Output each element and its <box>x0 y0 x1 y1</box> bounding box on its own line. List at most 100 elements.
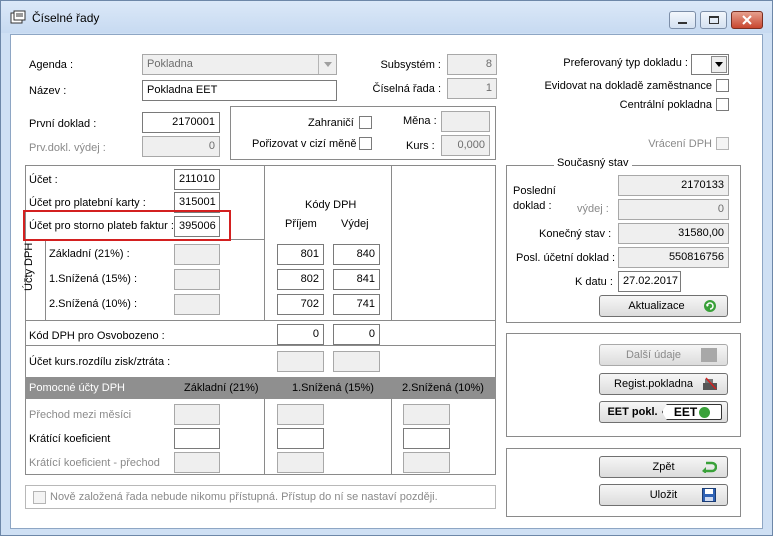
karty-label: Účet pro platební karty : <box>29 197 146 209</box>
dialog-body: Agenda : Pokladna Název : Pokladna EET S… <box>10 34 763 529</box>
prechod-zakladni-field <box>174 404 220 425</box>
snizena2-prijem-input[interactable]: 702 <box>277 294 324 315</box>
ulozit-label: Uložit <box>649 489 678 501</box>
maximize-icon <box>708 16 719 24</box>
kratici-prechod-snizena2-field <box>403 452 450 473</box>
kratici-label: Krátící koeficient <box>29 433 111 445</box>
close-button[interactable] <box>731 11 763 29</box>
zahranici-checkbox[interactable] <box>359 116 372 129</box>
zakladni-label: Základní (21%) : <box>49 248 130 260</box>
posledni-doklad-field: 2170133 <box>618 175 729 196</box>
dalsi-udaje-button[interactable]: Další údaje <box>599 344 728 366</box>
nazev-label: Název : <box>29 85 67 97</box>
zakladni-ucet-field <box>174 244 220 265</box>
agenda-label: Agenda : <box>29 59 74 71</box>
prvni-doklad-input[interactable]: 2170001 <box>142 112 220 133</box>
ciselna-rada-field: 1 <box>447 78 497 99</box>
ulozit-button[interactable]: Uložit <box>599 484 728 506</box>
zakladni-prijem-input[interactable]: 801 <box>277 244 324 265</box>
evidovat-checkbox[interactable] <box>716 79 729 92</box>
storno-input[interactable]: 395006 <box>174 216 220 237</box>
snizena1-label: 1.Snížená (15%) : <box>49 273 138 285</box>
snizena1-prijem-input[interactable]: 802 <box>277 269 324 290</box>
aktualizace-button[interactable]: Aktualizace <box>599 295 728 317</box>
centralni-label: Centrální pokladna <box>619 99 712 111</box>
kratici-prechod-zakladni-field <box>174 452 220 473</box>
kurs-rozdil-zisk-field <box>277 351 324 372</box>
kurs-field: 0,000 <box>441 135 490 156</box>
pomocne-header: Pomocné účty DPH <box>29 382 125 394</box>
back-arrow-icon <box>702 461 717 473</box>
agenda-select[interactable]: Pokladna <box>142 54 337 75</box>
storno-label: Účet pro storno plateb faktur : <box>29 220 174 232</box>
vraceni-label: Vrácení DPH <box>648 138 712 150</box>
ucty-dph-label: Účty DPH <box>23 242 35 291</box>
zpet-button[interactable]: Zpět <box>599 456 728 478</box>
eet-logo-icon: EET <box>662 404 722 420</box>
centralni-checkbox[interactable] <box>716 98 729 111</box>
osvobozeno-vydej-input[interactable]: 0 <box>333 324 380 345</box>
refresh-icon <box>704 300 716 312</box>
check-icon <box>699 406 711 418</box>
kratici-prechod-label: Krátící koeficient - přechod <box>29 457 160 469</box>
regist-pokladna-button[interactable]: Regist.pokladna <box>599 373 728 395</box>
kurs-label: Kurs : <box>406 140 435 152</box>
kratici-snizena2-input[interactable] <box>403 428 450 449</box>
posledni-label: Poslední <box>513 185 556 197</box>
eet-pokl-button[interactable]: EET pokl. EET <box>599 401 728 423</box>
subsystem-field: 8 <box>447 54 497 75</box>
ciselna-rada-label: Číselná řada : <box>372 83 441 95</box>
note-text: Nově založená řada nebude nikomu přístup… <box>50 491 438 503</box>
kratici-snizena1-input[interactable] <box>277 428 324 449</box>
divider <box>26 320 495 321</box>
ucet-input[interactable]: 211010 <box>174 169 220 190</box>
pomocne-col-snizena2: 2.Snížená (10%) <box>402 382 484 394</box>
porizovat-label: Pořizovat v cizí měně <box>252 138 357 150</box>
prechod-snizena2-field <box>403 404 450 425</box>
evidovat-label: Evidovat na dokladě zaměstnance <box>544 80 712 92</box>
vydej-header: Výdej <box>341 218 369 230</box>
eet-pokl-label: EET pokl. <box>607 406 658 418</box>
kurs-rozdil-ztrata-field <box>333 351 380 372</box>
window-title: Číselné řady <box>32 11 100 25</box>
dalsi-udaje-label: Další údaje <box>625 349 682 361</box>
konecny-label: Konečný stav : <box>539 228 612 240</box>
agenda-value: Pokladna <box>147 58 193 70</box>
prv-vydej-label: Prv.dokl. výdej : <box>29 142 106 154</box>
minimize-icon <box>678 22 687 24</box>
kurs-rozdil-label: Účet kurs.rozdílu zisk/ztráta : <box>29 356 171 368</box>
preferovany-select[interactable] <box>691 54 729 75</box>
title-bar[interactable]: Číselné řady <box>1 1 772 33</box>
snizena1-vydej-input[interactable]: 841 <box>333 269 380 290</box>
porizovat-checkbox[interactable] <box>359 137 372 150</box>
app-icon <box>10 10 26 24</box>
note-checkbox[interactable] <box>33 491 46 504</box>
snizena1-ucet-field <box>174 269 220 290</box>
snizena2-vydej-input[interactable]: 741 <box>333 294 380 315</box>
kratici-zakladni-input[interactable] <box>174 428 220 449</box>
close-icon <box>742 15 752 25</box>
divider <box>26 345 495 346</box>
zakladni-vydej-input[interactable]: 840 <box>333 244 380 265</box>
k-datu-field: 27.02.2017 <box>618 271 681 292</box>
prvni-doklad-label: První doklad : <box>29 118 97 130</box>
divider <box>264 166 265 321</box>
posl-ucetni-field: 550816756 <box>618 247 729 268</box>
maximize-button[interactable] <box>700 11 727 29</box>
mena-label: Měna : <box>403 115 437 127</box>
prijem-header: Příjem <box>285 218 317 230</box>
osvobozeno-prijem-input[interactable]: 0 <box>277 324 324 345</box>
regist-pokladna-label: Regist.pokladna <box>614 378 693 390</box>
kratici-prechod-snizena1-field <box>277 452 324 473</box>
ucet-label: Účet : <box>29 174 58 186</box>
zahranici-label: Zahraničí <box>308 117 354 129</box>
vraceni-checkbox[interactable] <box>716 137 729 150</box>
nazev-input[interactable]: Pokladna EET <box>142 80 337 101</box>
konecny-stav-field: 31580,00 <box>618 223 729 244</box>
k-datu-label: K datu : <box>575 276 613 288</box>
minimize-button[interactable] <box>669 11 696 29</box>
subsystem-label: Subsystém : <box>380 59 441 71</box>
zpet-label: Zpět <box>652 461 675 473</box>
save-icon <box>702 488 716 502</box>
gray-square-icon <box>701 348 717 362</box>
